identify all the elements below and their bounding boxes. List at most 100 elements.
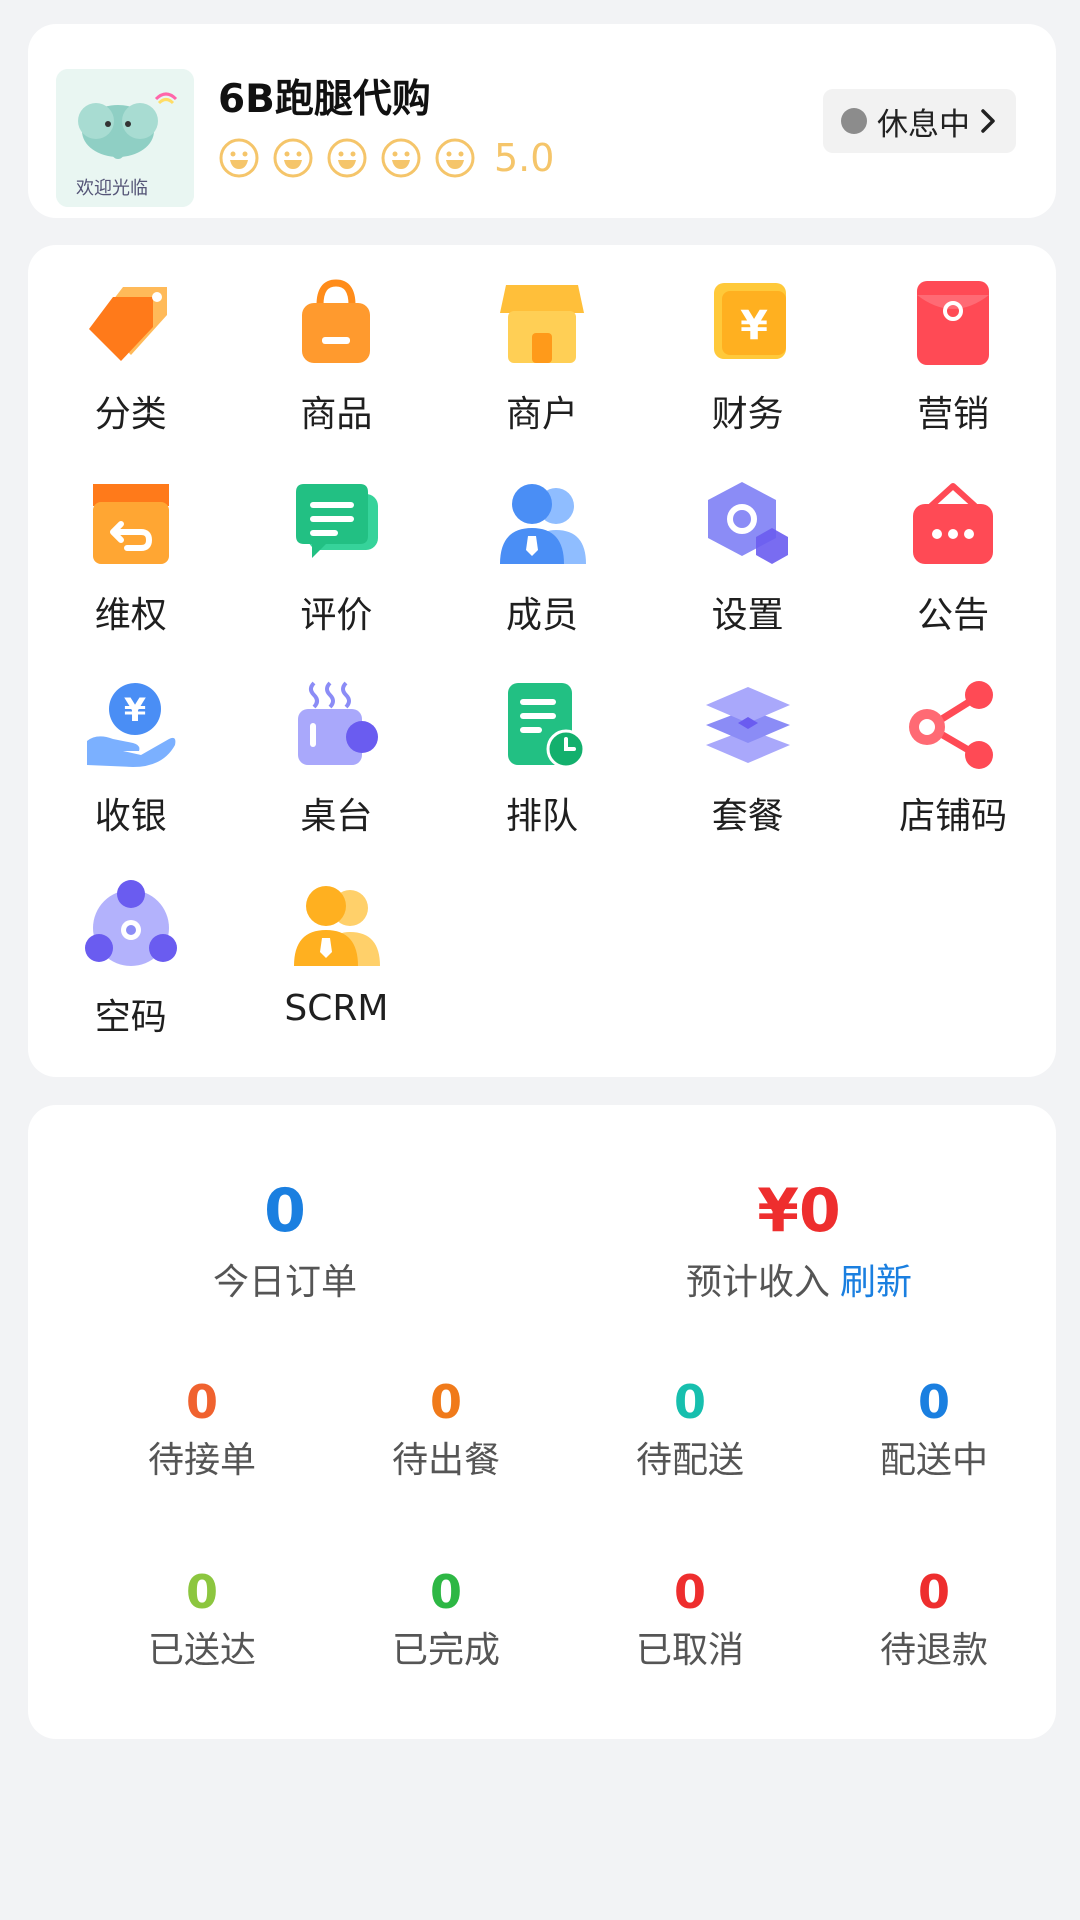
menu-item-category[interactable]: 分类 <box>28 275 234 476</box>
today-orders-stat[interactable]: 0 今日订单 <box>28 1175 542 1305</box>
stat-completed[interactable]: 0 已完成 <box>324 1565 568 1673</box>
order-status-row-1: 0 待接单 0 待出餐 0 待配送 0 配送中 <box>80 1375 1056 1483</box>
expected-income-stat: ¥0 预计收入 刷新 <box>542 1175 1056 1305</box>
stat-value: 0 <box>917 1565 950 1619</box>
stat-pending-accept[interactable]: 0 待接单 <box>80 1375 324 1483</box>
cup-table-icon <box>298 681 379 765</box>
menu-item-cashier[interactable]: ¥ 收银 <box>28 677 234 878</box>
stat-pending-delivery[interactable]: 0 待配送 <box>568 1375 812 1483</box>
stat-pending-refund[interactable]: 0 待退款 <box>812 1565 1056 1673</box>
menu-item-queue[interactable]: 排队 <box>439 677 645 878</box>
menu-item-table[interactable]: 桌台 <box>234 677 440 878</box>
menu-item-scrm[interactable]: SCRM <box>234 878 440 1079</box>
menu-label: 评价 <box>300 595 373 636</box>
stat-value: 0 <box>429 1375 462 1429</box>
smiley-star-icon <box>327 138 367 178</box>
expected-income-value: ¥0 <box>757 1176 841 1246</box>
store-header-card: 欢迎光临 6B跑腿代购 5.0 休息中 <box>28 24 1056 218</box>
stat-value: 0 <box>673 1375 706 1429</box>
menu-item-finance[interactable]: ¥ 财务 <box>645 275 851 476</box>
stat-label: 已完成 <box>391 1630 500 1671</box>
store-rating: 5.0 <box>218 136 554 180</box>
menu-label: 店铺码 <box>899 796 1008 837</box>
stat-label: 待出餐 <box>391 1440 500 1481</box>
menu-label: 商品 <box>300 394 373 435</box>
stat-value: 0 <box>185 1565 218 1619</box>
smiley-star-icon <box>381 138 421 178</box>
stat-label: 待配送 <box>635 1440 744 1481</box>
stat-delivering[interactable]: 0 配送中 <box>812 1375 1056 1483</box>
menu-item-products[interactable]: 商品 <box>234 275 440 476</box>
avatar-welcome-text: 欢迎光临 <box>76 178 148 199</box>
yuan-card-icon: ¥ <box>713 283 786 359</box>
smiley-star-icon <box>273 138 313 178</box>
stat-pending-meal[interactable]: 0 待出餐 <box>324 1375 568 1483</box>
menu-label: 设置 <box>711 595 784 636</box>
order-status-row-2: 0 已送达 0 已完成 0 已取消 0 待退款 <box>80 1565 1056 1673</box>
menu-item-marketing[interactable]: 营销 <box>850 275 1056 476</box>
store-status-button[interactable]: 休息中 <box>823 89 1016 153</box>
menu-item-members[interactable]: 成员 <box>439 476 645 677</box>
storefront-icon <box>499 285 584 363</box>
status-dot-icon <box>841 108 867 134</box>
stat-label: 待退款 <box>879 1630 988 1671</box>
menu-label: 收银 <box>94 796 167 837</box>
empty-code-icon <box>84 880 177 966</box>
menu-label: 商户 <box>505 394 578 435</box>
svg-text:¥: ¥ <box>740 303 768 349</box>
stat-label: 待接单 <box>147 1440 256 1481</box>
today-orders-value: 0 <box>264 1176 306 1246</box>
menu-label: 营销 <box>917 394 990 435</box>
menu-label: 排队 <box>505 796 578 837</box>
store-name: 6B跑腿代购 <box>218 77 431 122</box>
menu-item-empty-code[interactable]: 空码 <box>28 878 234 1079</box>
menu-label: 分类 <box>94 394 167 435</box>
stat-label: 已送达 <box>147 1630 256 1671</box>
menu-label: SCRM <box>284 988 389 1029</box>
comment-icon <box>296 484 379 558</box>
menu-item-settings[interactable]: 设置 <box>645 476 851 677</box>
stat-cancelled[interactable]: 0 已取消 <box>568 1565 812 1673</box>
return-box-icon <box>92 484 169 564</box>
stat-value: 0 <box>185 1375 218 1429</box>
menu-item-notice[interactable]: 公告 <box>850 476 1056 677</box>
settings-hex-icon <box>707 482 788 564</box>
red-packet-icon <box>917 281 990 365</box>
members-icon <box>499 484 586 564</box>
menu-label: 空码 <box>94 997 167 1038</box>
queue-doc-icon <box>507 683 586 769</box>
svg-text:¥: ¥ <box>124 691 146 729</box>
rating-value: 5.0 <box>494 136 555 180</box>
order-stats-card: 0 今日订单 ¥0 预计收入 刷新 0 待接单 0 待出餐 0 待配送 0 配送中… <box>28 1105 1056 1739</box>
menu-label: 桌台 <box>300 796 373 837</box>
menu-item-rights[interactable]: 维权 <box>28 476 234 677</box>
menu-label: 维权 <box>94 595 167 636</box>
refresh-link[interactable]: 刷新 <box>840 1262 912 1303</box>
stat-value: 0 <box>673 1565 706 1619</box>
smiley-star-icon <box>435 138 475 178</box>
stat-delivered[interactable]: 0 已送达 <box>80 1565 324 1673</box>
menu-item-merchant[interactable]: 商户 <box>439 275 645 476</box>
notice-bag-icon <box>913 483 994 564</box>
chevron-right-icon <box>981 109 995 133</box>
menu-label: 成员 <box>505 595 578 636</box>
today-orders-label: 今日订单 <box>212 1262 357 1303</box>
scrm-users-icon <box>294 886 381 966</box>
smiley-star-icon <box>219 138 259 178</box>
menu-item-combo[interactable]: 套餐 <box>645 677 851 878</box>
stat-value: 0 <box>917 1375 950 1429</box>
status-label: 休息中 <box>877 106 970 143</box>
share-icon <box>909 681 994 769</box>
menu-label: 套餐 <box>711 796 784 837</box>
menu-label: 财务 <box>711 394 784 435</box>
shopping-bag-icon <box>302 279 371 363</box>
expected-income-label: 预计收入 <box>685 1262 830 1303</box>
stat-label: 已取消 <box>635 1630 744 1671</box>
menu-item-store-code[interactable]: 店铺码 <box>850 677 1056 878</box>
layers-icon <box>705 687 790 763</box>
menu-item-reviews[interactable]: 评价 <box>234 476 440 677</box>
store-avatar[interactable]: 欢迎光临 <box>56 69 194 207</box>
function-menu-card: 分类 商品 商户 ¥ 财务 营销 维权 评价 成员 设置 公告 ¥ 收银 桌台 … <box>28 245 1056 1077</box>
function-menu-grid: 分类 商品 商户 ¥ 财务 营销 维权 评价 成员 设置 公告 ¥ 收银 桌台 … <box>28 275 1056 1079</box>
cashier-hand-icon: ¥ <box>86 683 176 767</box>
